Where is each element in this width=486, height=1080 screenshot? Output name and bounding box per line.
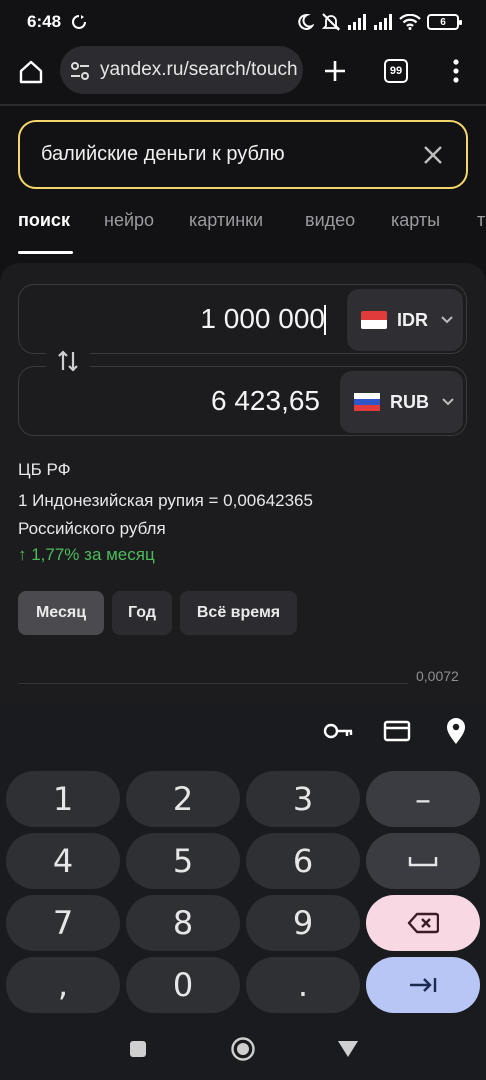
key-6[interactable]: 6: [246, 833, 360, 889]
key-4[interactable]: 4: [6, 833, 120, 889]
home-icon[interactable]: [17, 58, 45, 86]
backspace-icon: [407, 912, 439, 934]
key-3[interactable]: 3: [246, 771, 360, 827]
key-2[interactable]: 2: [126, 771, 240, 827]
keyboard-toolbar: [0, 703, 486, 761]
swap-arrows-icon: [58, 350, 78, 372]
dnd-moon-icon: [295, 13, 315, 31]
from-currency-code: IDR: [397, 309, 428, 330]
space-icon: [408, 857, 438, 867]
swap-currencies-button[interactable]: [46, 342, 90, 380]
site-settings-icon[interactable]: [69, 60, 91, 82]
tab-more[interactable]: т: [477, 210, 485, 231]
new-tab-icon[interactable]: [322, 58, 348, 84]
search-input[interactable]: балийские деньги к рублю: [41, 143, 285, 166]
key-minus[interactable]: –: [366, 771, 480, 827]
key-password-icon[interactable]: [322, 719, 354, 743]
signal-icon-1: [346, 13, 368, 31]
tab-neuro[interactable]: нейро: [104, 210, 154, 231]
period-all-time-button[interactable]: Всё время: [180, 591, 297, 635]
key-7[interactable]: 7: [6, 895, 120, 951]
signal-icon-2: [372, 13, 394, 31]
chart-max-label: 0,0072: [416, 668, 459, 684]
period-month-button[interactable]: Месяц: [18, 591, 104, 635]
from-amount-input[interactable]: 1 000 000: [150, 303, 325, 335]
tab-video[interactable]: видео: [305, 210, 355, 231]
tab-images[interactable]: картинки: [189, 210, 263, 231]
russia-flag-icon: [354, 393, 380, 411]
monthly-change: ↑ 1,77% за месяц: [18, 545, 155, 564]
tab-next-icon: [410, 978, 437, 992]
key-next[interactable]: [366, 957, 480, 1013]
recents-icon[interactable]: [129, 1040, 147, 1058]
clear-search-icon[interactable]: [420, 142, 446, 168]
data-saver-icon: [70, 13, 88, 31]
back-icon[interactable]: [337, 1040, 359, 1058]
key-space[interactable]: [366, 833, 480, 889]
key-comma[interactable]: ,: [6, 957, 120, 1013]
tab-maps[interactable]: карты: [391, 210, 440, 231]
key-8[interactable]: 8: [126, 895, 240, 951]
tab-search[interactable]: поиск: [18, 210, 70, 231]
rate-source: ЦБ РФ: [18, 460, 71, 479]
credit-card-icon[interactable]: [383, 719, 411, 743]
tab-switcher-button[interactable]: 99: [384, 59, 408, 83]
toolbar-divider: [0, 104, 486, 106]
wifi-icon: [398, 13, 422, 31]
menu-more-icon[interactable]: [446, 58, 466, 84]
chart-gridline: [18, 683, 408, 684]
home-nav-icon[interactable]: [230, 1036, 256, 1062]
from-currency-select[interactable]: IDR: [347, 289, 463, 351]
key-9[interactable]: 9: [246, 895, 360, 951]
key-0[interactable]: 0: [126, 957, 240, 1013]
key-backspace[interactable]: [366, 895, 480, 951]
rate-line-1: 1 Индонезийская рупия = 0,00642365: [18, 491, 313, 510]
to-currency-code: RUB: [390, 391, 429, 412]
url-text[interactable]: yandex.ru/search/touch: [100, 59, 303, 81]
to-currency-select[interactable]: RUB: [340, 371, 463, 433]
location-pin-icon[interactable]: [444, 717, 468, 745]
key-5[interactable]: 5: [126, 833, 240, 889]
to-amount-value[interactable]: 6 423,65: [150, 385, 320, 417]
period-year-button[interactable]: Год: [112, 591, 172, 635]
battery-indicator: 6: [427, 14, 462, 30]
status-time: 6:48: [27, 12, 62, 31]
muted-bell-icon: [320, 13, 342, 31]
key-1[interactable]: 1: [6, 771, 120, 827]
text-cursor: [324, 305, 326, 335]
indonesia-flag-icon: [361, 311, 387, 329]
chevron-down-icon: [442, 398, 454, 406]
active-tab-indicator: [18, 251, 73, 254]
rate-line-2: Российского рубля: [18, 519, 166, 538]
chevron-down-icon: [441, 316, 453, 324]
key-period[interactable]: .: [246, 957, 360, 1013]
